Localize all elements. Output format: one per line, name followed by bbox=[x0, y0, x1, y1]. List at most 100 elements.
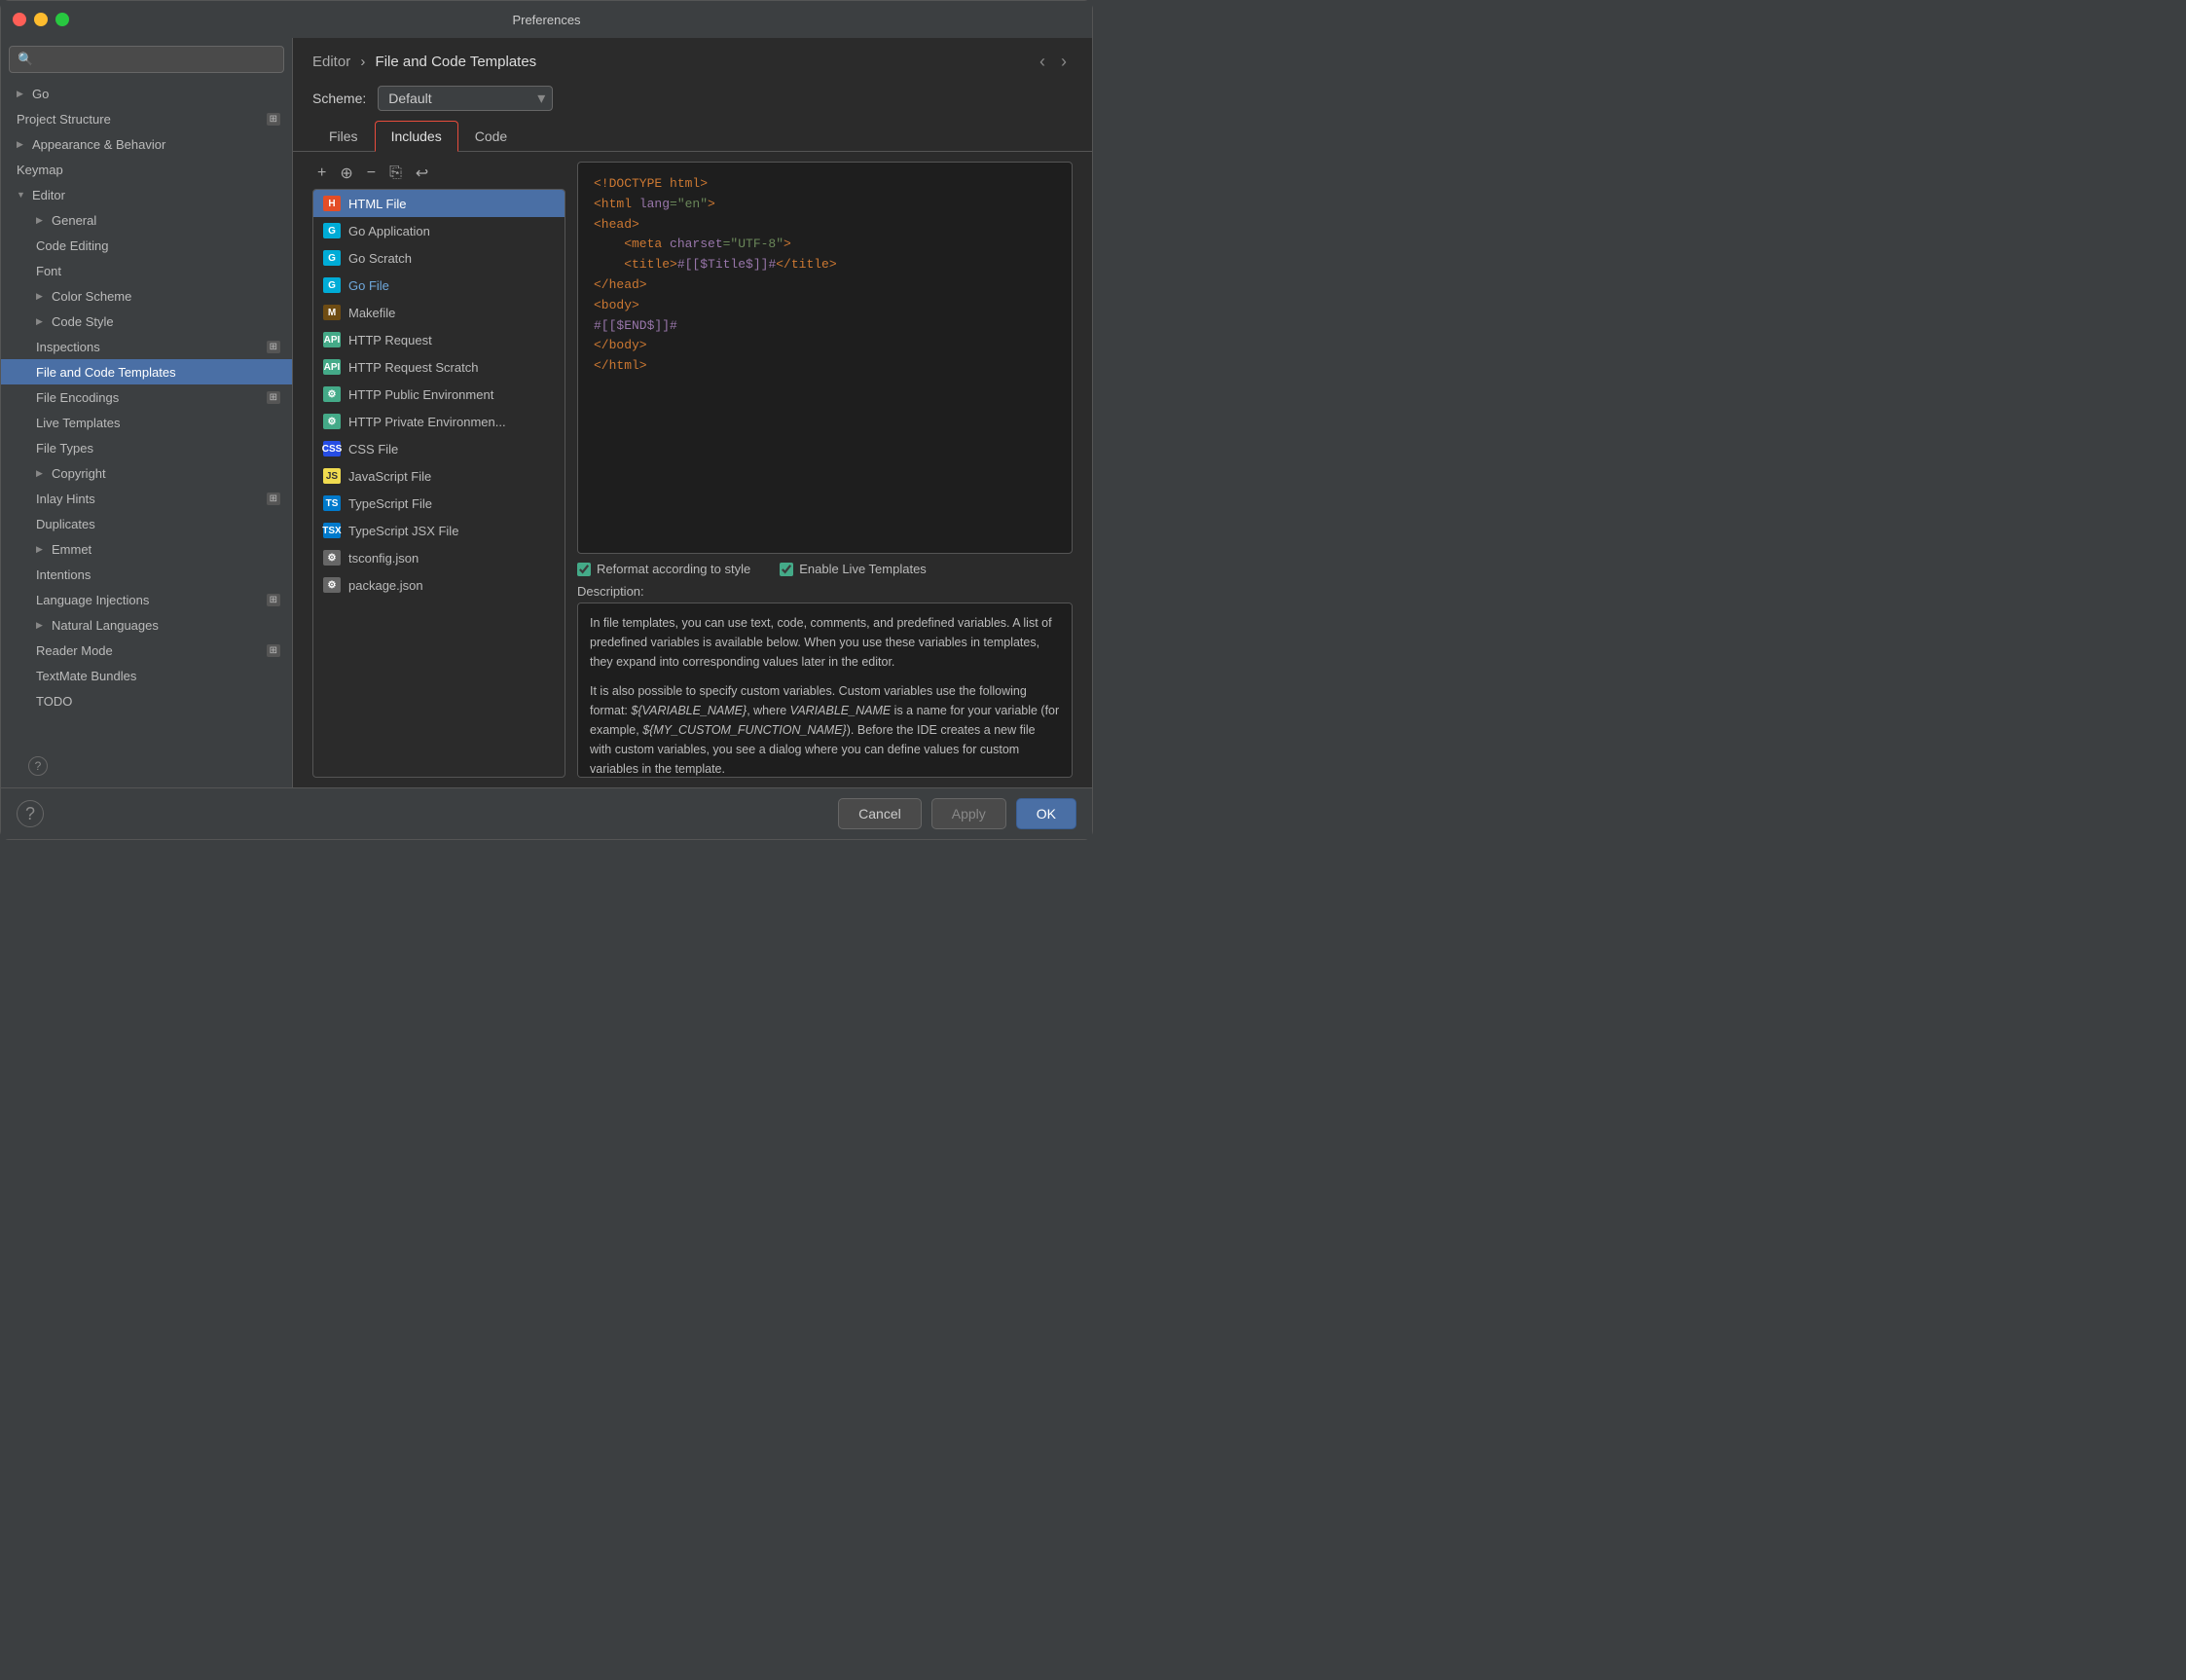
sidebar-item-label: Emmet bbox=[52, 542, 91, 557]
maximize-button[interactable] bbox=[55, 13, 69, 26]
sidebar: 🔍 Go Project Structure ⊞ Appearance & Behav… bbox=[1, 38, 293, 787]
sidebar-item-file-encodings[interactable]: File Encodings⊞ bbox=[1, 384, 292, 410]
file-item-js-file[interactable]: JSJavaScript File bbox=[313, 462, 565, 490]
sidebar-item-label: Color Scheme bbox=[52, 289, 131, 304]
sidebar-item-inspections[interactable]: Inspections⊞ bbox=[1, 334, 292, 359]
sidebar-item-go[interactable]: Go bbox=[1, 81, 292, 106]
sidebar-item-emmet[interactable]: Emmet bbox=[1, 536, 292, 562]
reformat-checkbox[interactable] bbox=[577, 563, 591, 576]
sidebar-item-inlay-hints[interactable]: Inlay Hints⊞ bbox=[1, 486, 292, 511]
sidebar-item-badge: ⊞ bbox=[267, 391, 280, 404]
sidebar-item-label: Editor bbox=[32, 188, 65, 202]
file-item-go-scratch[interactable]: GGo Scratch bbox=[313, 244, 565, 272]
file-item-label: tsconfig.json bbox=[348, 551, 419, 566]
file-item-tsx-file[interactable]: TSXTypeScript JSX File bbox=[313, 517, 565, 544]
help-icon: ? bbox=[28, 756, 48, 776]
tab-includes[interactable]: Includes bbox=[375, 121, 458, 152]
sidebar-item-duplicates[interactable]: Duplicates bbox=[1, 511, 292, 536]
add-button[interactable]: + bbox=[312, 162, 331, 185]
cancel-button[interactable]: Cancel bbox=[838, 798, 922, 829]
description-panel: Description: In file templates, you can … bbox=[577, 584, 1073, 778]
sidebar-item-keymap[interactable]: Keymap bbox=[1, 157, 292, 182]
help-button[interactable]: ? bbox=[17, 800, 44, 827]
search-input[interactable] bbox=[39, 53, 275, 67]
bottom-bar: ? Cancel Apply OK bbox=[1, 787, 1092, 839]
sidebar-item-label: Appearance & Behavior bbox=[32, 137, 165, 152]
sidebar-item-code-editing[interactable]: Code Editing bbox=[1, 233, 292, 258]
sidebar-item-reader-mode[interactable]: Reader Mode⊞ bbox=[1, 638, 292, 663]
sidebar-item-label: General bbox=[52, 213, 96, 228]
file-icon-api: ⚙ bbox=[323, 414, 341, 429]
file-icon-api: ⚙ bbox=[323, 386, 341, 402]
file-item-ts-file[interactable]: TSTypeScript File bbox=[313, 490, 565, 517]
reset-button[interactable]: ↩ bbox=[411, 162, 433, 185]
sidebar-item-copyright[interactable]: Copyright bbox=[1, 460, 292, 486]
sidebar-item-color-scheme[interactable]: Color Scheme bbox=[1, 283, 292, 309]
code-line: </html> bbox=[594, 356, 1056, 377]
file-item-css-file[interactable]: CSSCSS File bbox=[313, 435, 565, 462]
live-templates-checkbox[interactable] bbox=[780, 563, 793, 576]
sidebar-item-textmate-bundles[interactable]: TextMate Bundles bbox=[1, 663, 292, 688]
close-button[interactable] bbox=[13, 13, 26, 26]
file-item-label: Makefile bbox=[348, 306, 395, 320]
search-box[interactable]: 🔍 bbox=[9, 46, 284, 73]
nav-back-button[interactable]: ‹ bbox=[1034, 50, 1051, 74]
sidebar-item-label: Natural Languages bbox=[52, 618, 159, 633]
file-icon-make: M bbox=[323, 305, 341, 320]
ok-button[interactable]: OK bbox=[1016, 798, 1076, 829]
sidebar-item-badge: ⊞ bbox=[267, 113, 280, 126]
file-item-http-private-env[interactable]: ⚙HTTP Private Environmen... bbox=[313, 408, 565, 435]
breadcrumb-separator: › bbox=[360, 54, 365, 70]
sidebar-item-help[interactable]: ? bbox=[13, 752, 280, 780]
sidebar-item-todo[interactable]: TODO bbox=[1, 688, 292, 713]
sidebar-item-general[interactable]: General bbox=[1, 207, 292, 233]
sidebar-item-label: Code Editing bbox=[36, 238, 108, 253]
code-panel: <!DOCTYPE html> <html lang="en"> <head> … bbox=[577, 162, 1073, 778]
file-list: HHTML FileGGo ApplicationGGo ScratchGGo … bbox=[312, 189, 565, 778]
sidebar-item-font[interactable]: Font bbox=[1, 258, 292, 283]
remove-button[interactable]: − bbox=[362, 162, 381, 185]
file-item-package[interactable]: ⚙package.json bbox=[313, 571, 565, 599]
sidebar-item-live-templates[interactable]: Live Templates bbox=[1, 410, 292, 435]
sidebar-item-file-code-templates[interactable]: File and Code Templates bbox=[1, 359, 292, 384]
tab-files[interactable]: Files bbox=[312, 121, 375, 152]
file-item-go-application[interactable]: GGo Application bbox=[313, 217, 565, 244]
tab-code[interactable]: Code bbox=[458, 121, 524, 152]
file-icon-html: H bbox=[323, 196, 341, 211]
scheme-dropdown[interactable]: Default bbox=[378, 86, 553, 111]
reformat-label: Reformat according to style bbox=[597, 562, 750, 576]
sidebar-item-badge: ⊞ bbox=[267, 644, 280, 657]
reformat-checkbox-label[interactable]: Reformat according to style bbox=[577, 562, 750, 576]
sidebar-item-natural-languages[interactable]: Natural Languages bbox=[1, 612, 292, 638]
file-item-http-request[interactable]: APIHTTP Request bbox=[313, 326, 565, 353]
sidebar-item-language-injections[interactable]: Language Injections⊞ bbox=[1, 587, 292, 612]
file-icon-go: G bbox=[323, 250, 341, 266]
code-editor[interactable]: <!DOCTYPE html> <html lang="en"> <head> … bbox=[577, 162, 1073, 554]
desc-p2: It is also possible to specify custom va… bbox=[590, 681, 1060, 778]
copy-button[interactable]: ⊕ bbox=[335, 162, 357, 185]
file-item-tsconfig[interactable]: ⚙tsconfig.json bbox=[313, 544, 565, 571]
file-item-http-public-env[interactable]: ⚙HTTP Public Environment bbox=[313, 381, 565, 408]
file-item-html-file[interactable]: HHTML File bbox=[313, 190, 565, 217]
sidebar-item-label: Copyright bbox=[52, 466, 106, 481]
nav-forward-button[interactable]: › bbox=[1055, 50, 1073, 74]
sidebar-item-project-structure[interactable]: Project Structure ⊞ bbox=[1, 106, 292, 131]
sidebar-item-code-style[interactable]: Code Style bbox=[1, 309, 292, 334]
description-title: Description: bbox=[577, 584, 1073, 599]
file-list-panel: + ⊕ − ⎘ ↩ HHTML FileGGo ApplicationGGo S… bbox=[312, 162, 565, 778]
minimize-button[interactable] bbox=[34, 13, 48, 26]
apply-button[interactable]: Apply bbox=[931, 798, 1006, 829]
sidebar-item-file-types[interactable]: File Types bbox=[1, 435, 292, 460]
live-templates-checkbox-label[interactable]: Enable Live Templates bbox=[780, 562, 927, 576]
file-item-label: HTTP Request Scratch bbox=[348, 360, 478, 375]
sidebar-item-appearance[interactable]: Appearance & Behavior bbox=[1, 131, 292, 157]
file-item-go-file[interactable]: GGo File bbox=[313, 272, 565, 299]
sidebar-item-editor[interactable]: Editor bbox=[1, 182, 292, 207]
file-item-makefile[interactable]: M Makefile bbox=[313, 299, 565, 326]
sidebar-item-label: Project Structure bbox=[17, 112, 111, 127]
sidebar-item-intentions[interactable]: Intentions bbox=[1, 562, 292, 587]
file-item-http-request-scratch[interactable]: APIHTTP Request Scratch bbox=[313, 353, 565, 381]
sidebar-item-label: File Types bbox=[36, 441, 93, 456]
sidebar-item-label: Language Injections bbox=[36, 593, 149, 607]
duplicate-button[interactable]: ⎘ bbox=[384, 162, 407, 185]
